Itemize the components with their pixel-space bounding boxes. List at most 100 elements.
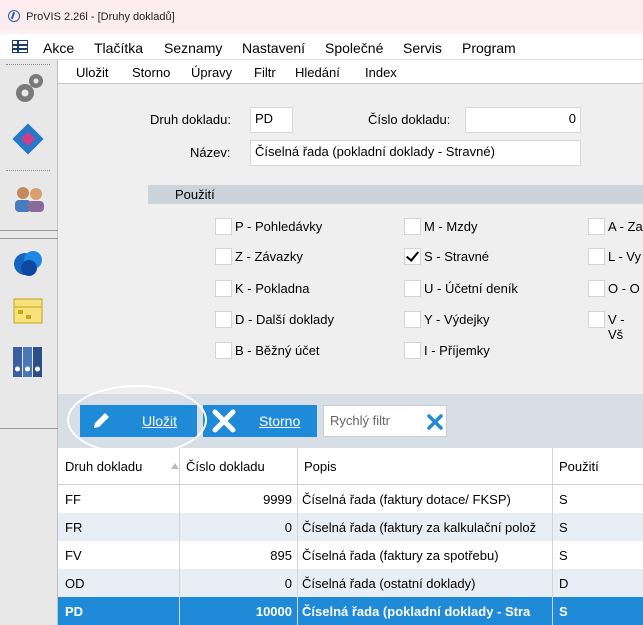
checkbox[interactable] [404, 248, 421, 265]
table-cell: 895 [270, 548, 292, 563]
col-pouziti-label: Použití [559, 459, 599, 474]
checkbox[interactable] [404, 311, 421, 328]
menu-tlacitka[interactable]: Tlačítka [94, 40, 143, 56]
checkbox-label: Z - Závazky [235, 249, 303, 264]
col-popis[interactable]: Popis [297, 448, 552, 485]
table-row[interactable]: PD 10000 Číselná řada (pokladní doklady - … [58, 597, 643, 625]
clear-filter-icon[interactable] [427, 414, 443, 430]
calendar-icon[interactable] [12, 295, 44, 325]
quick-filter-placeholder: Rychlý filtr [330, 413, 390, 428]
sidebar-divider [0, 428, 58, 429]
table-cell: Číselná řada (faktury za kalkulační polo… [302, 520, 537, 535]
table-cell: FF [65, 492, 81, 507]
nazev-field[interactable]: Číselná řada (pokladní doklady - Stravné… [250, 140, 581, 166]
col-pouziti[interactable]: Použití [552, 448, 643, 485]
toolbar-filter[interactable]: Filtr [254, 65, 276, 80]
table-cell: OD [65, 576, 85, 591]
title-bar: ProVIS 2.26l - [Druhy dokladů] [0, 0, 643, 30]
col-popis-label: Popis [304, 459, 337, 474]
grip [6, 64, 50, 66]
checkbox[interactable] [215, 280, 232, 297]
cislo-field[interactable]: 0 [465, 107, 581, 133]
checkbox-label: P - Pohledávky [235, 219, 323, 234]
cancel-button[interactable]: Storno [203, 405, 317, 437]
menu-spolecne[interactable]: Společné [325, 40, 383, 56]
checkbox[interactable] [588, 218, 605, 235]
druh-field[interactable]: PD [250, 107, 293, 133]
table-cell: Číselná řada (faktury dotace/ FKSP) [302, 492, 511, 507]
table-cell: FR [65, 520, 83, 535]
checkbox-label: U - Účetní deník [424, 281, 518, 296]
toolbar-edit[interactable]: Úpravy [191, 65, 232, 80]
checkbox[interactable] [215, 218, 232, 235]
quick-filter-input[interactable]: Rychlý filtr [323, 405, 447, 437]
cancel-button-label: Storno [259, 413, 301, 429]
checkbox[interactable] [404, 280, 421, 297]
checkbox[interactable] [588, 248, 605, 265]
checkbox[interactable] [588, 311, 605, 328]
table-cell: 9999 [263, 492, 292, 507]
col-druh-label: Druh dokladu [65, 459, 143, 474]
checkbox[interactable] [215, 248, 232, 265]
table-row[interactable]: FV 895 Číselná řada (faktury za spotřebu) S [58, 541, 643, 569]
menu-nastaveni[interactable]: Nastavení [242, 40, 305, 56]
sort-asc-icon [171, 463, 179, 469]
users-icon[interactable] [12, 185, 46, 213]
checkbox[interactable] [215, 342, 232, 359]
app-window: ProVIS 2.26l - [Druhy dokladů] Akce Tlač… [0, 0, 643, 625]
table-row[interactable]: FR 0 Číselná řada (faktury za kalkulační p… [58, 513, 643, 541]
gears-icon[interactable] [13, 72, 45, 106]
table-cell: 0 [284, 576, 292, 591]
table-cell: PD [65, 604, 84, 619]
menu-servis[interactable]: Servis [403, 40, 442, 56]
col-divider [552, 448, 553, 625]
menu-seznamy[interactable]: Seznamy [164, 40, 222, 56]
checkbox-label: I - Příjemky [424, 343, 490, 358]
binders-icon[interactable] [11, 345, 45, 379]
col-divider [179, 448, 180, 625]
sidebar-divider [0, 230, 58, 231]
toolbar-search[interactable]: Hledání [295, 65, 340, 80]
table-cell: S [559, 548, 568, 563]
table-cell: Číselná řada (faktury za spotřebu) [302, 548, 499, 563]
toolbar-save[interactable]: Uložit [76, 65, 109, 80]
chat-icon[interactable] [12, 247, 46, 281]
checkbox-label: D - Další doklady [235, 312, 334, 327]
checkbox-label: O - O [608, 281, 640, 296]
table-row[interactable]: OD 0 Číselná řada (ostatní doklady) D [58, 569, 643, 597]
menu-akce[interactable]: Akce [43, 40, 74, 56]
table-cell: S [559, 604, 568, 619]
col-divider [297, 448, 298, 625]
checkbox-label: B - Běžný účet [235, 343, 320, 358]
menu-bar: Akce Tlačítka Seznamy Nastavení Společné… [0, 34, 643, 60]
checkbox-label: M - Mzdy [424, 219, 478, 234]
checkbox[interactable] [404, 218, 421, 235]
checkbox[interactable] [215, 311, 232, 328]
table-cell: D [559, 576, 569, 591]
toolbar-index[interactable]: Index [365, 65, 397, 80]
checkbox-label: L - Vy [608, 249, 641, 264]
app-logo-icon [8, 10, 20, 22]
checkbox[interactable] [404, 342, 421, 359]
table-row[interactable]: FF 9999 Číselná řada (faktury dotace/ FKSP… [58, 485, 643, 513]
table-cell: S [559, 492, 568, 507]
window-title: ProVIS 2.26l - [Druhy dokladů] [26, 11, 175, 23]
puzzle-icon[interactable] [12, 123, 44, 155]
sidebar-divider [0, 238, 58, 239]
table-cell: FV [65, 548, 82, 563]
highlight-circle [67, 385, 207, 455]
nazev-label: Název: [190, 145, 231, 160]
col-cislo[interactable]: Číslo dokladu [179, 448, 297, 485]
toolbar-cancel[interactable]: Storno [132, 65, 170, 80]
table-icon[interactable] [12, 40, 28, 53]
col-druh[interactable]: Druh dokladu [58, 448, 179, 485]
checkbox[interactable] [588, 280, 605, 297]
druh-label: Druh dokladu: [150, 112, 231, 127]
close-icon [212, 409, 236, 433]
col-cislo-label: Číslo dokladu [186, 459, 265, 474]
table-cell: S [559, 520, 568, 535]
checkbox-label: A - Za [608, 219, 643, 234]
section-pouziti: Použití [148, 185, 643, 204]
checkbox-label: K - Pokladna [235, 281, 310, 296]
menu-program[interactable]: Program [462, 40, 516, 56]
